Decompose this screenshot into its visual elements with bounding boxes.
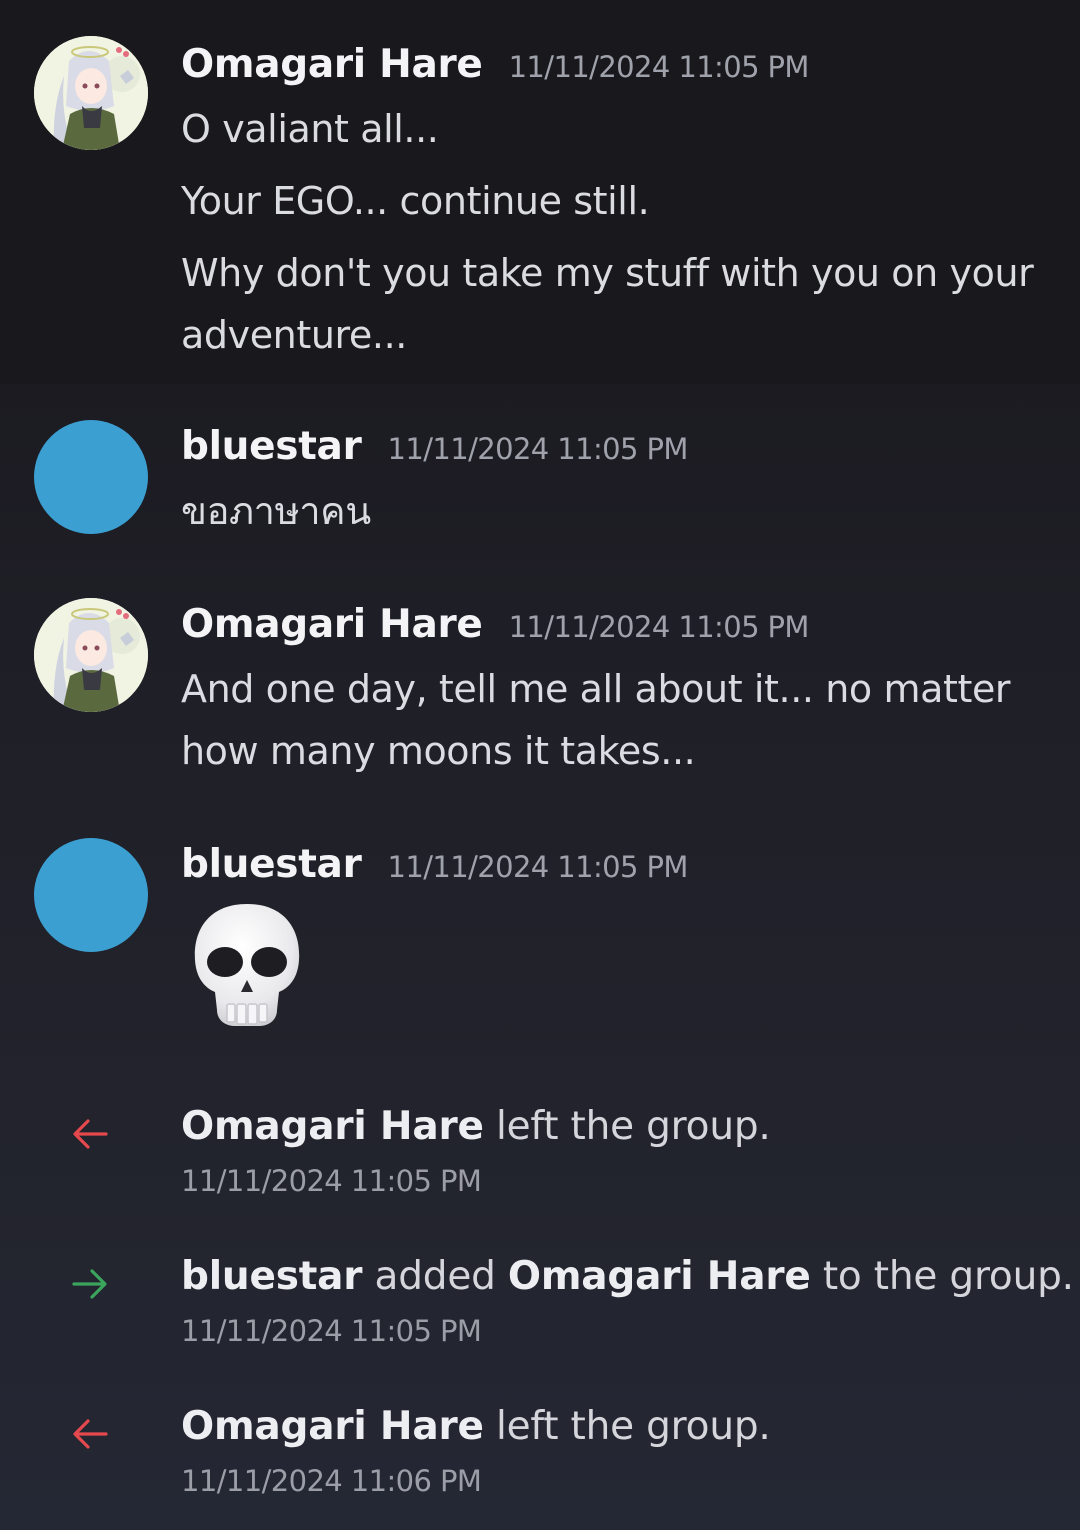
message-text: Why don't you take my stuff with you on … xyxy=(181,251,1034,295)
system-event-timestamp: 11/11/2024 11:05 PM xyxy=(181,1314,482,1348)
avatar[interactable] xyxy=(34,838,148,952)
join-arrow-icon xyxy=(70,1264,110,1304)
avatar[interactable] xyxy=(34,420,148,534)
avatar[interactable] xyxy=(34,36,148,150)
username[interactable]: Omagari Hare xyxy=(508,1254,811,1299)
message-text: Your EGO... continue still. xyxy=(181,179,650,223)
system-event-text: Omagari Hare left the group. xyxy=(181,1404,771,1449)
message-text: O valiant all... xyxy=(181,107,439,151)
system-event-text: Omagari Hare left the group. xyxy=(181,1104,771,1149)
username[interactable]: bluestar xyxy=(181,1254,363,1299)
message-text: how many moons it takes... xyxy=(181,729,696,773)
avatar[interactable] xyxy=(34,598,148,712)
message-text: ขอภาษาคน xyxy=(181,489,371,533)
message-text: adventure... xyxy=(181,313,407,357)
message-timestamp: 11/11/2024 11:05 PM xyxy=(387,850,689,884)
message-timestamp: 11/11/2024 11:05 PM xyxy=(508,50,810,84)
username[interactable]: Omagari Hare xyxy=(181,1104,484,1149)
system-event-timestamp: 11/11/2024 11:05 PM xyxy=(181,1164,482,1198)
system-event-timestamp: 11/11/2024 11:06 PM xyxy=(181,1464,482,1498)
skull-emoji[interactable] xyxy=(189,900,305,1034)
username[interactable]: bluestar xyxy=(181,842,362,887)
system-event-text: bluestar added Omagari Hare to the group… xyxy=(181,1254,1074,1299)
message-text: And one day, tell me all about it... no … xyxy=(181,667,1011,711)
leave-arrow-icon xyxy=(70,1414,110,1454)
username[interactable]: Omagari Hare xyxy=(181,42,483,87)
message-timestamp: 11/11/2024 11:05 PM xyxy=(508,610,810,644)
username[interactable]: bluestar xyxy=(181,424,362,469)
message-timestamp: 11/11/2024 11:05 PM xyxy=(387,432,689,466)
leave-arrow-icon xyxy=(70,1114,110,1154)
username[interactable]: Omagari Hare xyxy=(181,1404,484,1449)
username[interactable]: Omagari Hare xyxy=(181,602,483,647)
